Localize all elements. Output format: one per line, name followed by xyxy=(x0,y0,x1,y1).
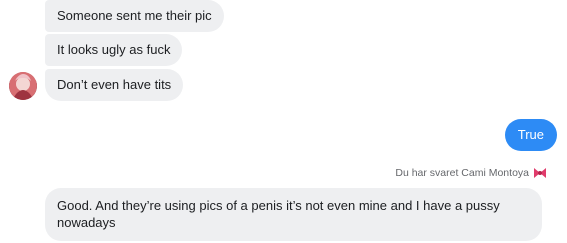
message-bubble-2: It looks ugly as fuck xyxy=(45,34,183,66)
reply-indicator-text: Du har svaret Cami Montoya xyxy=(395,167,529,179)
reply-indicator: Du har svaret Cami Montoya xyxy=(395,167,547,179)
reply-message-bubble: Good. And they’re using pics of a penis … xyxy=(45,188,542,241)
message-bubble-3: Don’t even have tits xyxy=(45,69,184,101)
outgoing-message-bubble: True xyxy=(504,119,557,151)
message-bubble-1: Someone sent me their pic xyxy=(45,0,224,32)
profile-avatar[interactable] xyxy=(9,72,37,100)
ribbon-bow-icon xyxy=(533,167,547,179)
avatar-image xyxy=(9,72,37,100)
